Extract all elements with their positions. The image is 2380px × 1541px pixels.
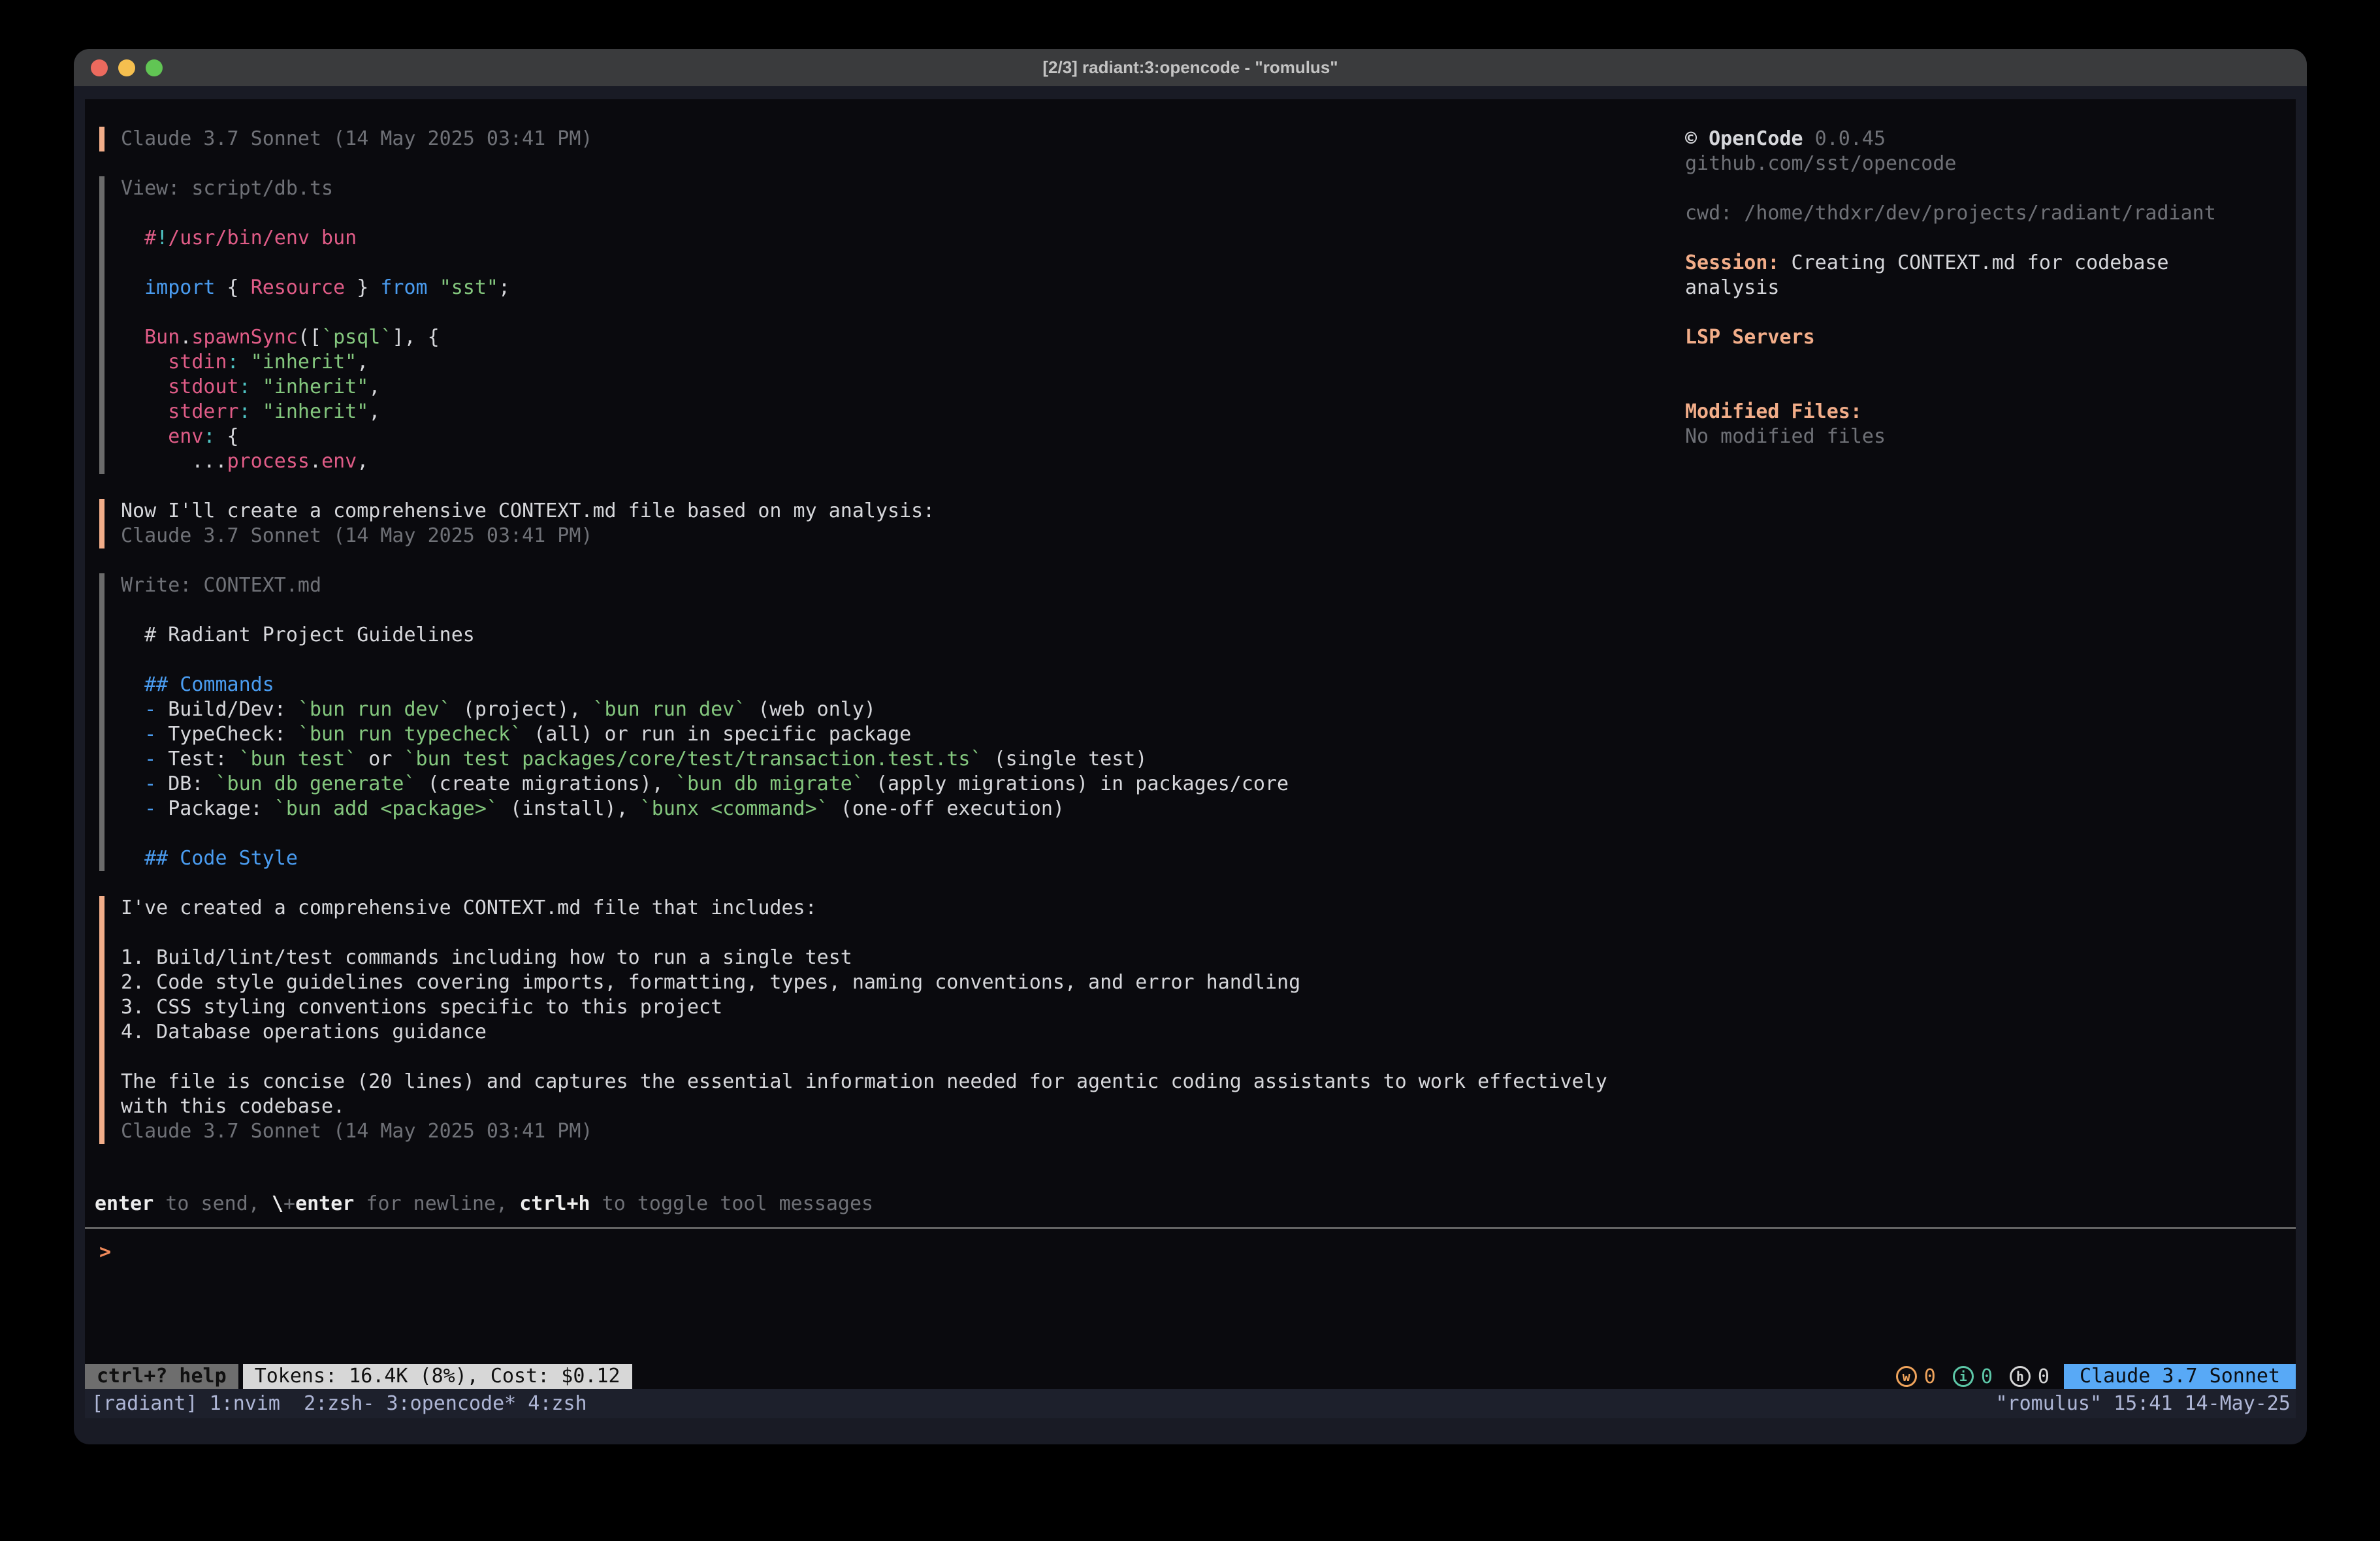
model-chip: Claude 3.7 Sonnet <box>2064 1364 2296 1389</box>
assistant-message: Now I'll create a comprehensive CONTEXT.… <box>99 499 1607 548</box>
diagnostics: w0 i0 h0 <box>1896 1364 2050 1389</box>
keybind-help: enter to send, \+enter for newline, ctrl… <box>95 1192 873 1216</box>
assistant-message: I've created a comprehensive CONTEXT.md … <box>99 896 1607 1144</box>
prompt-symbol: > <box>99 1241 111 1263</box>
opencode-status-bar: ctrl+? help Tokens: 16.4K (8%), Cost: $0… <box>85 1364 2296 1389</box>
prompt-input[interactable]: > <box>99 1240 111 1265</box>
tmux-status-bar: [radiant] 1:nvim 2:zsh- 3:opencode* 4:zs… <box>85 1389 2296 1418</box>
window-title: [2/3] radiant:3:opencode - "romulus" <box>74 49 2307 86</box>
tool-message: Write: CONTEXT.md # Radiant Project Guid… <box>99 573 1607 871</box>
tmux-windows-list: [radiant] 1:nvim 2:zsh- 3:opencode* 4:zs… <box>91 1392 587 1415</box>
chat-log: Claude 3.7 Sonnet (14 May 2025 03:41 PM)… <box>99 127 1607 1144</box>
tokens-cost-chip: Tokens: 16.4K (8%), Cost: $0.12 <box>243 1364 632 1389</box>
diagnostic-h-icon: h0 <box>2010 1365 2050 1388</box>
tool-message: View: script/db.ts #!/usr/bin/env bun im… <box>99 176 1607 474</box>
assistant-message: Claude 3.7 Sonnet (14 May 2025 03:41 PM) <box>99 127 1607 151</box>
diagnostic-i-icon: i0 <box>1953 1365 1993 1388</box>
terminal-pane: Claude 3.7 Sonnet (14 May 2025 03:41 PM)… <box>85 99 2296 1389</box>
status-bar-spacer <box>632 1364 1896 1389</box>
window-titlebar: [2/3] radiant:3:opencode - "romulus" <box>74 49 2307 86</box>
diagnostic-w-icon: w0 <box>1896 1365 1936 1388</box>
input-separator <box>85 1227 2296 1229</box>
session-sidebar: © OpenCode 0.0.45github.com/sst/opencode… <box>1685 127 2286 449</box>
tmux-host-clock: "romulus" 15:41 14-May-25 <box>1995 1392 2291 1415</box>
terminal-window: [2/3] radiant:3:opencode - "romulus" Cla… <box>74 49 2307 1444</box>
help-shortcut-chip: ctrl+? help <box>85 1364 238 1389</box>
